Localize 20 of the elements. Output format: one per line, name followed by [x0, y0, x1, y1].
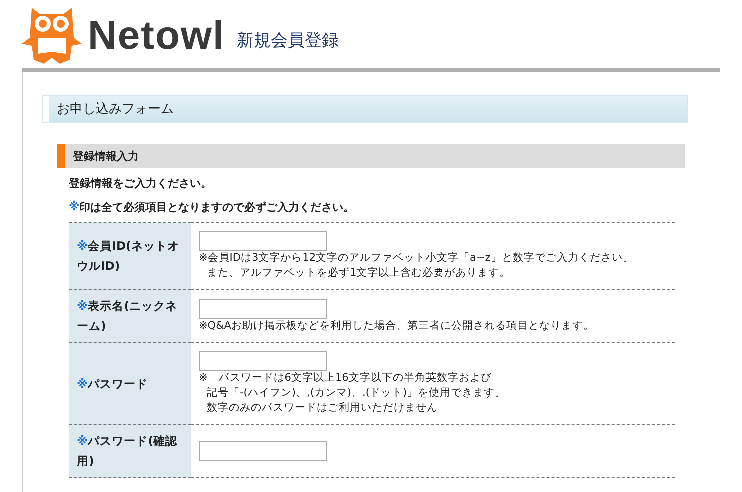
- hint-text: 数字のみのパスワードはご利用いただけません: [206, 401, 439, 416]
- hint-text: ※会員IDは3文字から12文字のアルファベット小文字「a~z」と数字でご入力ください。: [199, 251, 635, 266]
- hint-text: 記号「-(ハイフン)、,(カンマ)、.(ドット)」を使用できます。: [206, 386, 508, 401]
- input-field[interactable]: [199, 298, 327, 318]
- input-field[interactable]: [199, 351, 327, 371]
- field-label-cell: ※会員ID(ネットオウルID): [69, 222, 191, 290]
- required-mark: ※: [69, 200, 80, 215]
- input-field[interactable]: [199, 441, 327, 461]
- intro-text: 登録情報をご入力ください。: [69, 176, 213, 191]
- hint-text: ※ パスワードは6文字以上16文字以下の半角英数字および: [199, 371, 493, 386]
- required-note: 印は全て必須項目となりますので必ずご入力ください。: [80, 200, 355, 215]
- field-label-cell: ※表示名(ニックネーム): [69, 290, 191, 342]
- page-title: 新規会員登録: [237, 30, 340, 52]
- subsection-title: 登録情報入力: [57, 144, 685, 168]
- hint-text: また、アルファベットを必ず1文字以上含む必要があります。: [206, 266, 512, 281]
- input-field[interactable]: [199, 231, 327, 251]
- field-label-cell: ※パスワード: [69, 342, 191, 424]
- logo-text: Netowl: [88, 16, 226, 56]
- hint-text: ※Q&Aお助け掲示板などを利用した場合、第三者に公開される項目となります。: [199, 318, 596, 334]
- field-label-cell: ※パスワード(確認用): [69, 424, 191, 478]
